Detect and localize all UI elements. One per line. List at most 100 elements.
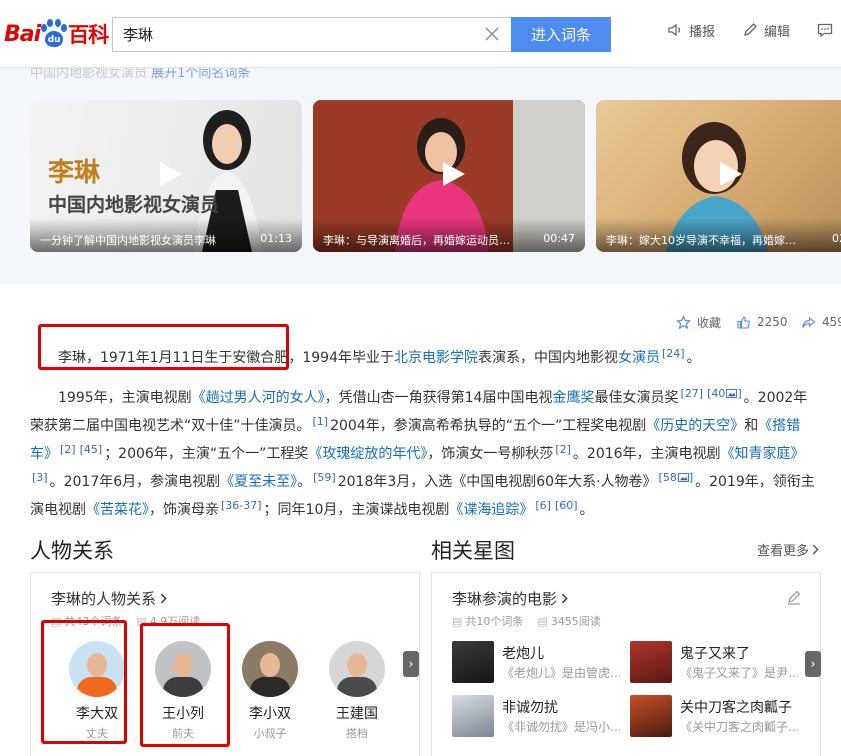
- logo-bai-text: Bai: [4, 21, 41, 47]
- video-strip: 中国内地影视女演员 展开1个同名词条 李琳 中国内地影视女演员 一分钟了解中国内…: [0, 66, 841, 284]
- ref-image-icon: [726, 389, 738, 398]
- career-text: 2018年3月，入选《中国电视剧60年大系·人物卷》: [337, 474, 657, 490]
- play-icon[interactable]: [158, 160, 184, 188]
- avatar: [329, 641, 385, 697]
- speaker-icon: [668, 23, 681, 37]
- intro-text-3: 。: [686, 350, 701, 366]
- play-icon[interactable]: [441, 160, 467, 188]
- link-actress[interactable]: 女演员: [618, 350, 660, 366]
- video-duration: 02: [832, 232, 841, 245]
- link-drama[interactable]: 《历史的天空》: [646, 418, 744, 434]
- link-bfa[interactable]: 北京电影学院: [394, 350, 478, 366]
- video-card-3[interactable]: 李琳：嫁大10岁导演不幸福，再婚嫁… 02: [596, 100, 841, 252]
- video-caption-text: 李琳：与导演离婚后，再婚嫁运动员…: [323, 234, 510, 247]
- collect-label: 收藏: [697, 315, 722, 330]
- movie-item[interactable]: 非诚勿扰 《非诚勿扰》是冯小…: [452, 695, 620, 739]
- search-input[interactable]: [113, 18, 473, 51]
- ref-link-text: [40: [707, 387, 726, 400]
- expand-homonym-link[interactable]: 展开1个同名词条: [151, 66, 250, 81]
- logo-baike-text: 百科: [68, 23, 109, 47]
- career-text: 最佳女演员奖: [594, 390, 679, 406]
- highlight-box: [38, 324, 289, 370]
- video-card-2[interactable]: 李琳：与导演离婚后，再婚嫁运动员… 00:47: [313, 100, 585, 252]
- movie-title: 关中刀客之肉瓤子: [680, 700, 792, 716]
- link-drama[interactable]: 《趟过男人河的女人》: [192, 390, 325, 406]
- discussion-button[interactable]: [816, 20, 834, 40]
- chevron-right-icon: [160, 593, 167, 604]
- pencil-icon[interactable]: [786, 589, 802, 605]
- ref-link[interactable]: [27]: [680, 387, 703, 400]
- baidu-baike-logo[interactable]: Bai du 百科: [4, 14, 109, 54]
- play-icon[interactable]: [718, 160, 744, 188]
- share-icon: [802, 316, 816, 328]
- reads-count: 3455阅读: [537, 613, 601, 629]
- ref-link[interactable]: [1]: [313, 415, 329, 428]
- career-paragraph: 1995年，主演电视剧《趟过男人河的女人》，凭借山杏一角获得第14届中国电视金鹰…: [30, 382, 820, 522]
- search-box: [112, 17, 511, 52]
- collect-button[interactable]: 收藏: [676, 314, 721, 330]
- broadcast-button[interactable]: 播报: [666, 20, 715, 40]
- entries-count: 共10个词条: [452, 613, 523, 629]
- career-text: 。2016年，主演电视剧: [572, 446, 721, 462]
- career-text: 2004年，参演高希希执导的“五个一”工程奖电视剧: [330, 418, 647, 434]
- movie-desc: 《老炮儿》是由管虎…: [502, 666, 620, 680]
- ref-link[interactable]: [58]: [659, 471, 694, 484]
- ref-link[interactable]: [45]: [80, 443, 103, 456]
- movie-item[interactable]: 老炮儿 《老炮儿》是由管虎…: [452, 641, 620, 685]
- link-drama[interactable]: 《谍海追踪》: [449, 502, 533, 518]
- link-drama[interactable]: 《玫瑰绽放的年代》: [308, 446, 427, 462]
- share-button[interactable]: 459: [801, 314, 841, 330]
- video-duration: 00:47: [543, 232, 575, 245]
- ref-link[interactable]: [59]: [313, 471, 336, 484]
- movie-poster: [630, 641, 672, 683]
- share-count: 459: [822, 315, 841, 329]
- ref-24[interactable]: [24]: [662, 347, 685, 360]
- link-drama[interactable]: 《知青家庭》: [721, 446, 805, 462]
- movie-poster: [630, 695, 672, 737]
- like-count: 2250: [757, 315, 788, 329]
- relations-panel-title[interactable]: 李琳的人物关系: [51, 588, 167, 609]
- ref-link[interactable]: [6]: [535, 499, 551, 512]
- ref-link[interactable]: [60]: [555, 499, 578, 512]
- enter-entry-button[interactable]: 进入词条: [511, 17, 611, 52]
- ref-link[interactable]: [2]: [555, 443, 571, 456]
- movie-item[interactable]: 鬼子又来了 《鬼子又来了》是尹…: [630, 641, 798, 685]
- person-card[interactable]: 李小双 小叔子: [232, 641, 308, 741]
- career-text: 。: [297, 474, 312, 490]
- edit-button[interactable]: 编辑: [741, 20, 790, 40]
- video-duration: 01:13: [260, 232, 292, 245]
- clear-icon[interactable]: [483, 25, 501, 43]
- person-card[interactable]: 王建国 搭档: [319, 641, 395, 741]
- movie-desc: 《鬼子又来了》是尹…: [680, 666, 798, 680]
- chevron-right-icon: [812, 544, 819, 555]
- career-text: ；同年10月，主演谍战电视剧: [263, 502, 450, 518]
- career-text: 。2017年6月，参演电视剧: [49, 474, 221, 490]
- logo-du-text: du: [45, 31, 64, 47]
- thumbs-up-icon: [737, 315, 750, 329]
- career-text: 。: [579, 502, 594, 518]
- like-button[interactable]: 2250: [736, 314, 788, 330]
- video-caption-text: 一分钟了解中国内地影视女演员李琳: [40, 234, 216, 247]
- link-golden-eagle[interactable]: 金鹰奖: [552, 390, 594, 406]
- top-header: Bai du 百科 进入词条 播报 编辑: [0, 0, 841, 68]
- movie-poster: [452, 695, 494, 737]
- movie-item[interactable]: 关中刀客之肉瓤子 《关中刀客之肉瓤子…: [630, 695, 798, 739]
- movie-title: 老炮儿: [502, 646, 544, 662]
- relations-next-button[interactable]: ›: [403, 651, 419, 677]
- movies-panel-title[interactable]: 李琳参演的电影: [452, 588, 568, 609]
- movies-next-button[interactable]: ›: [805, 651, 821, 677]
- link-drama[interactable]: 《苦菜花》: [86, 502, 149, 518]
- chevron-right-icon: [561, 593, 568, 604]
- ref-link[interactable]: [3]: [32, 471, 48, 484]
- faded-summary-text: 中国内地影视女演员: [30, 66, 148, 81]
- video-card-1[interactable]: 李琳 中国内地影视女演员 一分钟了解中国内地影视女演员李琳 01:13: [30, 100, 302, 252]
- movies-meta: 共10个词条 3455阅读: [452, 613, 601, 629]
- star-map-section-title: 相关星图: [431, 539, 515, 563]
- link-drama[interactable]: 《夏至未至》: [220, 474, 297, 490]
- ref-link[interactable]: [40]: [707, 387, 742, 400]
- movie-desc: 《关中刀客之肉瓤子…: [680, 720, 798, 734]
- ref-link[interactable]: [36-37]: [221, 499, 262, 512]
- ref-link[interactable]: [2]: [60, 443, 76, 456]
- view-more-link[interactable]: 查看更多: [757, 540, 819, 559]
- pencil-icon: [744, 23, 757, 36]
